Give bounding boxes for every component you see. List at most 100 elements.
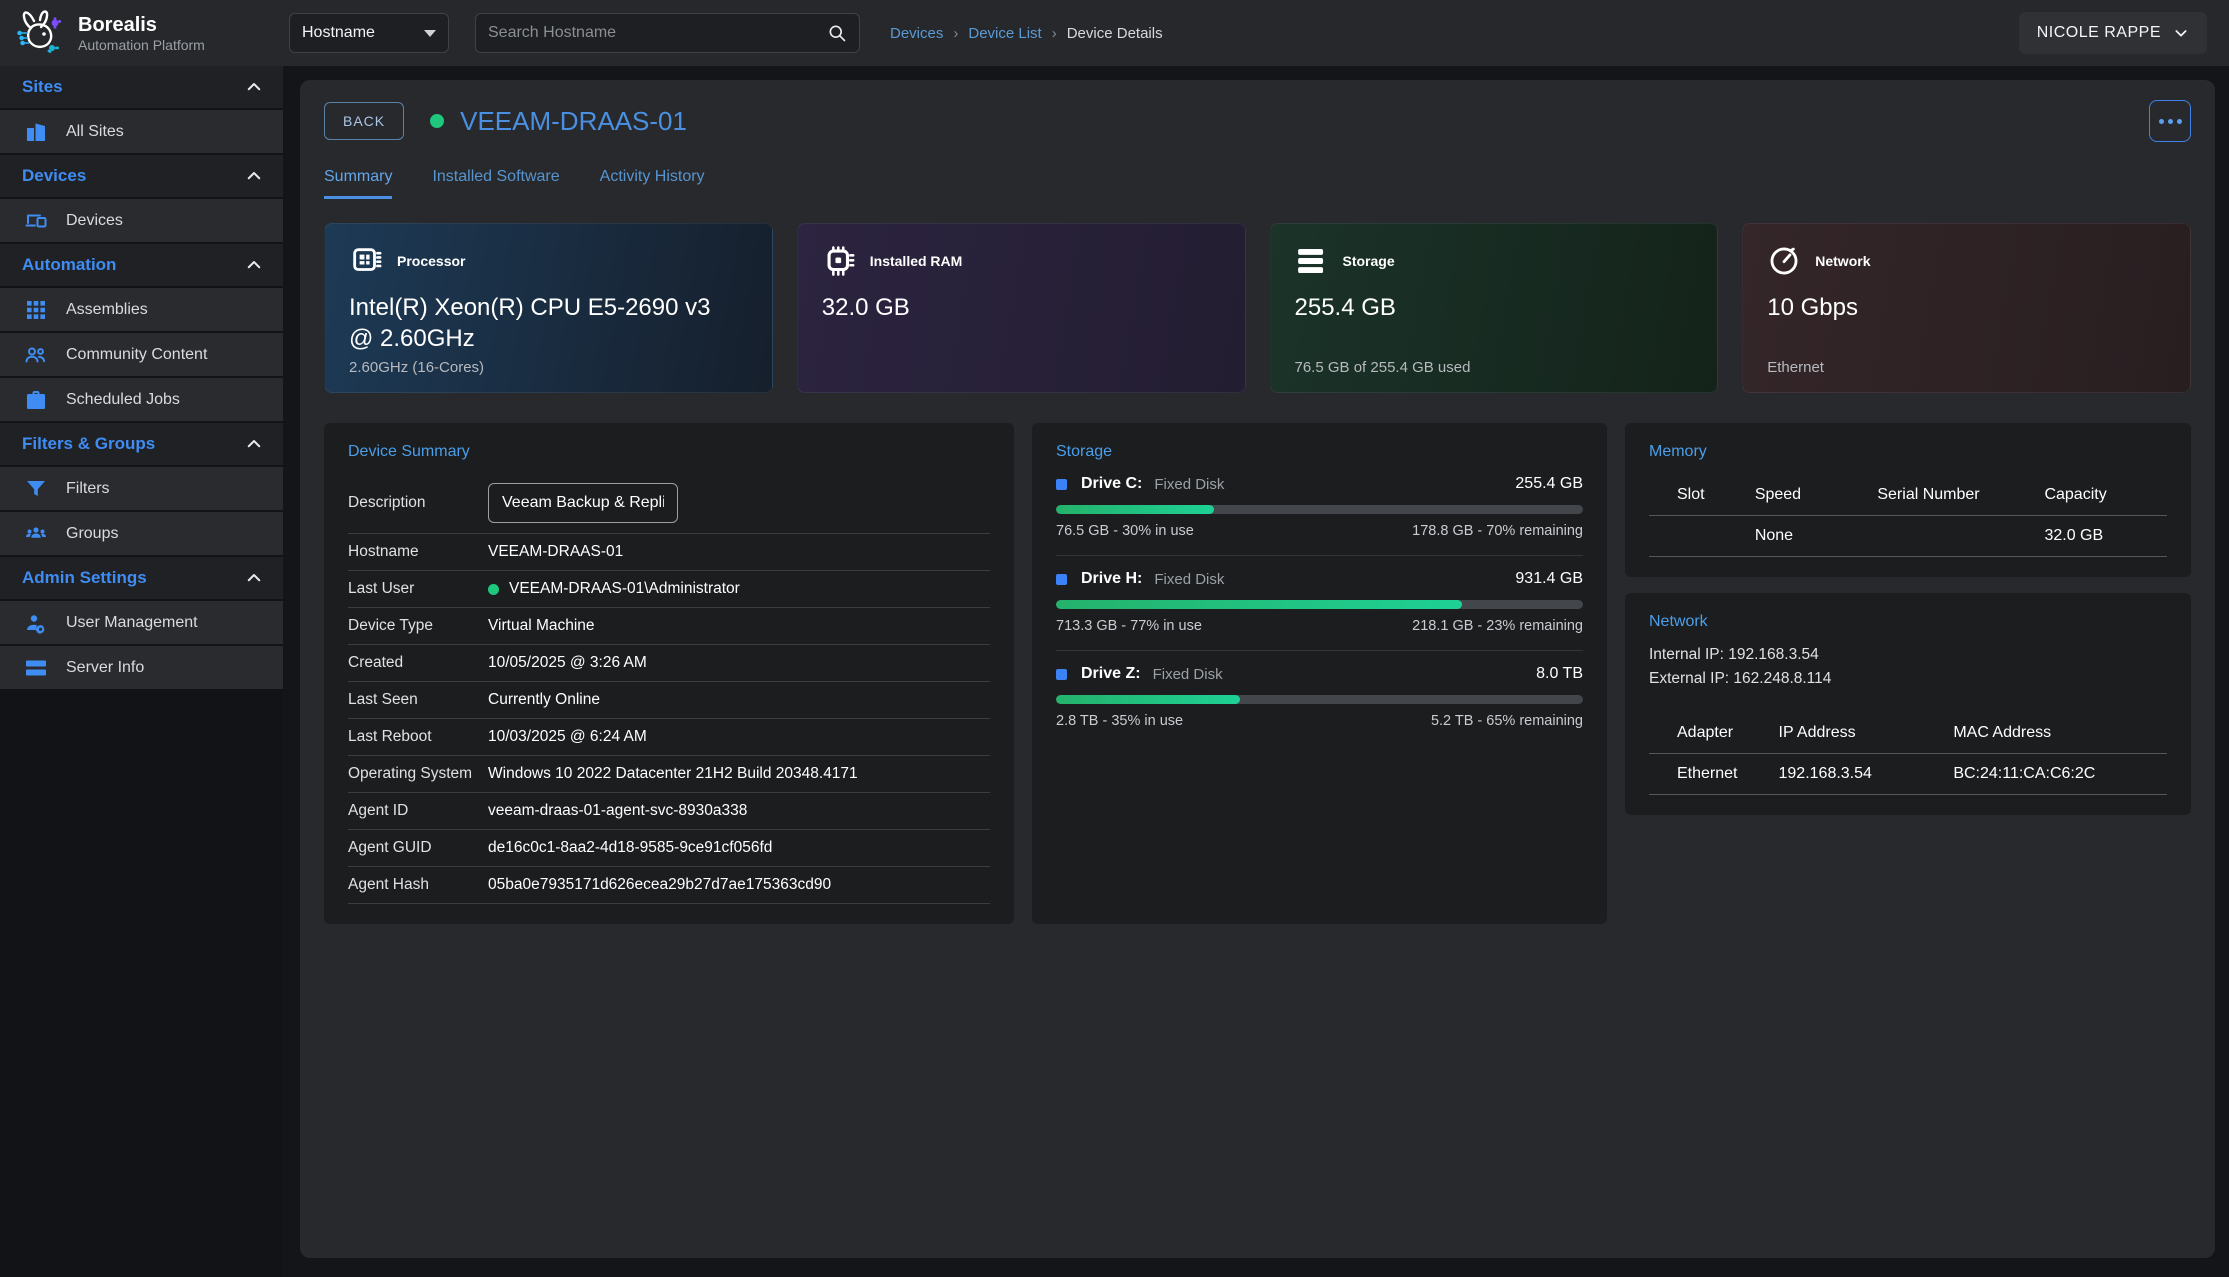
card-title: Processor — [397, 253, 465, 269]
topbar: Borealis Automation Platform Hostname De… — [0, 0, 2229, 66]
sidebar-item-server-info[interactable]: Server Info — [0, 646, 283, 691]
external-ip: External IP: 162.248.8.114 — [1649, 667, 2167, 691]
right-column: Memory Slot Speed Serial Number Capacity… — [1625, 423, 2191, 924]
table-cell: 192.168.3.54 — [1779, 754, 1954, 795]
table-cell: BC:24:11:CA:C6:2C — [1953, 754, 2167, 795]
row-label: Last User — [348, 580, 488, 598]
building-icon — [24, 120, 48, 144]
item-label: User Management — [66, 614, 198, 632]
breadcrumb-current: Device Details — [1067, 25, 1163, 42]
network-adapter-table: Adapter IP Address MAC Address Ethernet … — [1649, 713, 2167, 795]
drive-usage-bar — [1056, 695, 1583, 704]
sidebar-section-automation[interactable]: Automation — [0, 244, 283, 288]
processor-card: Processor Intel(R) Xeon(R) CPU E5-2690 v… — [324, 223, 773, 393]
card-footer: Ethernet — [1767, 359, 1824, 376]
row-value: Windows 10 2022 Datacenter 21H2 Build 20… — [488, 765, 858, 783]
sidebar-section-admin-settings[interactable]: Admin Settings — [0, 557, 283, 601]
panels-row: Device Summary Description Hostname VEEA… — [324, 423, 2191, 924]
item-label: Groups — [66, 525, 118, 543]
drive-bullet-icon — [1056, 574, 1067, 585]
drive-remaining: 178.8 GB - 70% remaining — [1412, 523, 1583, 539]
card-title: Network — [1815, 253, 1870, 269]
memory-table: Slot Speed Serial Number Capacity None 3… — [1649, 475, 2167, 557]
sidebar-item-user-management[interactable]: User Management — [0, 601, 283, 646]
column-header: Capacity — [2044, 475, 2167, 516]
sidebar-item-all-sites[interactable]: All Sites — [0, 110, 283, 155]
briefcase-icon — [24, 388, 48, 412]
row-value: Currently Online — [488, 691, 600, 709]
app-root: Borealis Automation Platform Hostname De… — [0, 0, 2229, 1277]
drive-type: Fixed Disk — [1153, 666, 1223, 683]
user-menu-button[interactable]: NICOLE RAPPE — [2019, 12, 2207, 54]
row-label: Agent GUID — [348, 839, 488, 857]
panel-title: Storage — [1056, 443, 1583, 461]
drive-remaining: 218.1 GB - 23% remaining — [1412, 618, 1583, 634]
table-row-device-type: Device Type Virtual Machine — [348, 608, 990, 645]
row-value: veeam-draas-01-agent-svc-8930a338 — [488, 802, 747, 820]
search-box[interactable] — [475, 13, 860, 53]
row-label: Device Type — [348, 617, 488, 635]
search-input[interactable] — [488, 24, 827, 42]
sidebar-section-sites[interactable]: Sites — [0, 66, 283, 110]
tab-summary[interactable]: Summary — [324, 168, 392, 199]
breadcrumb-devices[interactable]: Devices — [890, 25, 943, 42]
drive-used: 713.3 GB - 77% in use — [1056, 618, 1202, 634]
drive-usage-fill — [1056, 505, 1214, 514]
table-row-agent-guid: Agent GUID de16c0c1-8aa2-4d18-9585-9ce91… — [348, 830, 990, 867]
drive-size: 255.4 GB — [1515, 475, 1583, 493]
drive-bullet-icon — [1056, 479, 1067, 490]
tab-installed-software[interactable]: Installed Software — [432, 168, 559, 199]
drive-usage-bar — [1056, 505, 1583, 514]
row-label: Created — [348, 654, 488, 672]
sidebar-section-filters-groups[interactable]: Filters & Groups — [0, 423, 283, 467]
item-label: Community Content — [66, 346, 207, 364]
sidebar-section-devices[interactable]: Devices — [0, 155, 283, 199]
drive-bullet-icon — [1056, 669, 1067, 680]
device-summary-table: Description Hostname VEEAM-DRAAS-01 Last… — [348, 473, 990, 904]
table-cell: Ethernet — [1649, 754, 1779, 795]
hostname-filter-select[interactable]: Hostname — [289, 13, 449, 53]
row-value: Virtual Machine — [488, 617, 595, 635]
card-title: Storage — [1343, 253, 1395, 269]
card-value: 255.4 GB — [1295, 292, 1662, 323]
sidebar-item-scheduled-jobs[interactable]: Scheduled Jobs — [0, 378, 283, 423]
memory-panel: Memory Slot Speed Serial Number Capacity… — [1625, 423, 2191, 577]
sidebar-item-assemblies[interactable]: Assemblies — [0, 288, 283, 333]
page-header: BACK VEEAM-DRAAS-01 — [324, 100, 2191, 142]
sidebar-item-groups[interactable]: Groups — [0, 512, 283, 557]
page-title: VEEAM-DRAAS-01 — [460, 106, 687, 137]
drive-usage-bar — [1056, 600, 1583, 609]
table-cell — [1877, 516, 2044, 557]
drive-name: Drive C: — [1081, 475, 1142, 493]
more-actions-button[interactable] — [2149, 100, 2191, 142]
item-label: Devices — [66, 212, 123, 230]
chevron-up-icon — [245, 256, 263, 274]
ram-chip-icon — [822, 244, 856, 278]
drive-type: Fixed Disk — [1154, 476, 1224, 493]
row-label: Description — [348, 494, 488, 512]
panel-title: Device Summary — [348, 443, 990, 461]
tab-activity-history[interactable]: Activity History — [600, 168, 705, 199]
sidebar-item-community-content[interactable]: Community Content — [0, 333, 283, 378]
brand: Borealis Automation Platform — [0, 7, 283, 59]
row-value: VEEAM-DRAAS-01 — [488, 543, 623, 561]
caret-down-icon — [424, 30, 436, 37]
main-area: BACK VEEAM-DRAAS-01 Summary Installed So… — [283, 66, 2229, 1277]
table-row-agent-id: Agent ID veeam-draas-01-agent-svc-8930a3… — [348, 793, 990, 830]
table-row-description: Description — [348, 473, 990, 534]
back-button[interactable]: BACK — [324, 102, 404, 140]
card-value: Intel(R) Xeon(R) CPU E5-2690 v3 @ 2.60GH… — [349, 292, 716, 354]
description-input[interactable] — [488, 483, 678, 523]
sidebar-item-filters[interactable]: Filters — [0, 467, 283, 512]
chevron-up-icon — [245, 167, 263, 185]
breadcrumb-device-list[interactable]: Device List — [968, 25, 1041, 42]
table-row-last-user: Last User VEEAM-DRAAS-01\Administrator — [348, 571, 990, 608]
sidebar-item-devices[interactable]: Devices — [0, 199, 283, 244]
table-row-last-seen: Last Seen Currently Online — [348, 682, 990, 719]
brand-tagline: Automation Platform — [78, 37, 205, 53]
row-label: Hostname — [348, 543, 488, 561]
table-row-hostname: Hostname VEEAM-DRAAS-01 — [348, 534, 990, 571]
chevron-up-icon — [245, 435, 263, 453]
card-footer: 2.60GHz (16-Cores) — [349, 359, 484, 376]
sidebar-filler — [0, 691, 283, 1277]
